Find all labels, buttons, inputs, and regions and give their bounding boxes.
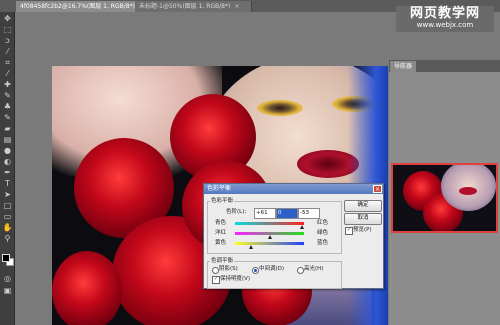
slider-right-label: 红色 [317,220,329,226]
dialog-title[interactable]: 色彩平衡 [204,184,383,194]
navigator-thumbnail[interactable] [391,163,498,233]
slider-right-label: 蓝色 [317,240,329,246]
shadows-radio[interactable] [212,267,219,274]
preview-checkbox[interactable]: ✓ [345,227,353,235]
eraser-tool-icon[interactable]: ▰ [2,124,13,134]
pen-tool-icon[interactable]: ✒ [2,168,13,178]
brush-tool-icon[interactable]: ✎ [2,91,13,101]
foreground-color-swatch[interactable] [2,254,10,262]
clone-stamp-tool-icon[interactable]: ♣ [2,102,13,112]
watermark-url: www.webjx.com [416,21,474,29]
color-levels-label: 色阶(L): [226,209,247,215]
slider-left-label: 黄色 [215,240,227,246]
preserve-luminosity-label: 保持明度(V) [220,276,251,282]
ok-button[interactable]: 确定 [344,200,382,212]
gradient-tool-icon[interactable]: ▤ [2,135,13,145]
dodge-tool-icon[interactable]: ◐ [2,157,13,167]
quick-mask-icon[interactable]: ◎ [2,274,13,284]
slider-left-label: 青色 [215,220,227,226]
tab-navigator[interactable]: 导航器 [390,61,417,72]
document-tab[interactable]: 未标题-1@50%(图层 1, RGB/8*) × [135,1,252,12]
highlights-label: 高光(H) [304,266,324,272]
level-magenta-green-input[interactable]: 0 [276,208,298,219]
tools-panel: ✥ ⬚ ↄ ⁄ ⌗ ⁄ ✚ ✎ ♣ ✎ ▰ ▤ ● ◐ ✒ T ➤ □ ▭ ✋ … [0,12,15,325]
cyan-red-slider-thumb[interactable] [300,225,304,229]
midtones-radio[interactable] [252,267,259,274]
preview-label: 预览(P) [353,227,372,233]
group-title-tone-balance: 色调平衡 [210,258,235,265]
path-selection-tool-icon[interactable]: ➤ [2,190,13,200]
canvas-rose [52,251,122,325]
midtones-label: 中间调(D) [259,266,285,272]
hand-tool-icon[interactable]: ✋ [2,223,13,233]
canvas-eye-left [257,100,303,116]
healing-brush-tool-icon[interactable]: ✚ [2,80,13,90]
level-yellow-blue-input[interactable]: -53 [298,208,320,219]
screen-mode-icon[interactable]: ▣ [2,286,13,296]
document-tab-active[interactable]: 4f08458fc2b2@16.7%(图层 1, RGB/8*)× [16,1,143,12]
close-icon[interactable]: × [234,3,239,10]
slider-left-label: 洋红 [215,230,227,236]
slider-right-label: 绿色 [317,230,329,236]
marquee-tool-icon[interactable]: ⬚ [2,25,13,35]
highlights-radio[interactable] [297,267,304,274]
yellow-blue-slider-thumb[interactable] [249,245,253,249]
thumb-lips [459,187,477,195]
shape-tool-icon[interactable]: □ [2,201,13,211]
shadows-label: 阴影(S) [219,266,238,272]
tab-label: 4f08458fc2b2@16.7%(图层 1, RGB/8*) [20,3,135,10]
blur-tool-icon[interactable]: ● [2,146,13,156]
preserve-luminosity-checkbox[interactable]: ✓ [212,276,220,284]
move-tool-icon[interactable]: ✥ [2,14,13,24]
type-tool-icon[interactable]: T [2,179,13,189]
close-icon[interactable]: × [373,185,382,193]
cancel-button[interactable]: 取消 [344,213,382,225]
tab-label: 未标题-1@50%(图层 1, RGB/8*) [139,3,231,10]
lasso-tool-icon[interactable]: ↄ [2,36,13,46]
magic-wand-tool-icon[interactable]: ⁄ [2,47,13,57]
cyan-red-slider[interactable] [235,222,304,225]
magenta-green-slider-thumb[interactable] [268,235,272,239]
watermark-logo: 网页教学网 www.webjx.com [396,6,494,32]
crop-tool-icon[interactable]: ⌗ [2,58,13,68]
color-balance-dialog: 色彩平衡 × 色彩平衡 色阶(L): +61 0 -53 青色 红色 洋红 绿色… [203,183,384,289]
watermark-title: 网页教学网 [409,6,480,21]
group-title-color-balance: 色彩平衡 [210,198,235,205]
eyedropper-tool-icon[interactable]: ⁄ [2,69,13,79]
level-cyan-red-input[interactable]: +61 [254,208,276,219]
yellow-blue-slider[interactable] [235,242,304,245]
notes-tool-icon[interactable]: ▭ [2,212,13,222]
zoom-tool-icon[interactable]: ⚲ [2,234,13,244]
history-brush-tool-icon[interactable]: ✎ [2,113,13,123]
